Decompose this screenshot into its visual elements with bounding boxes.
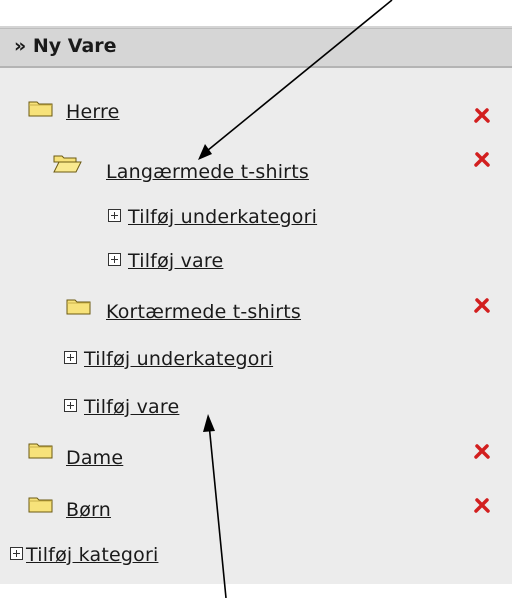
annotation-arrow-head-top [198,144,212,160]
annotation-arrow-head-bottom [203,414,215,432]
annotation-arrow-top [201,0,393,156]
annotation-arrow-bottom [208,423,227,598]
annotation-arrows [198,0,393,598]
